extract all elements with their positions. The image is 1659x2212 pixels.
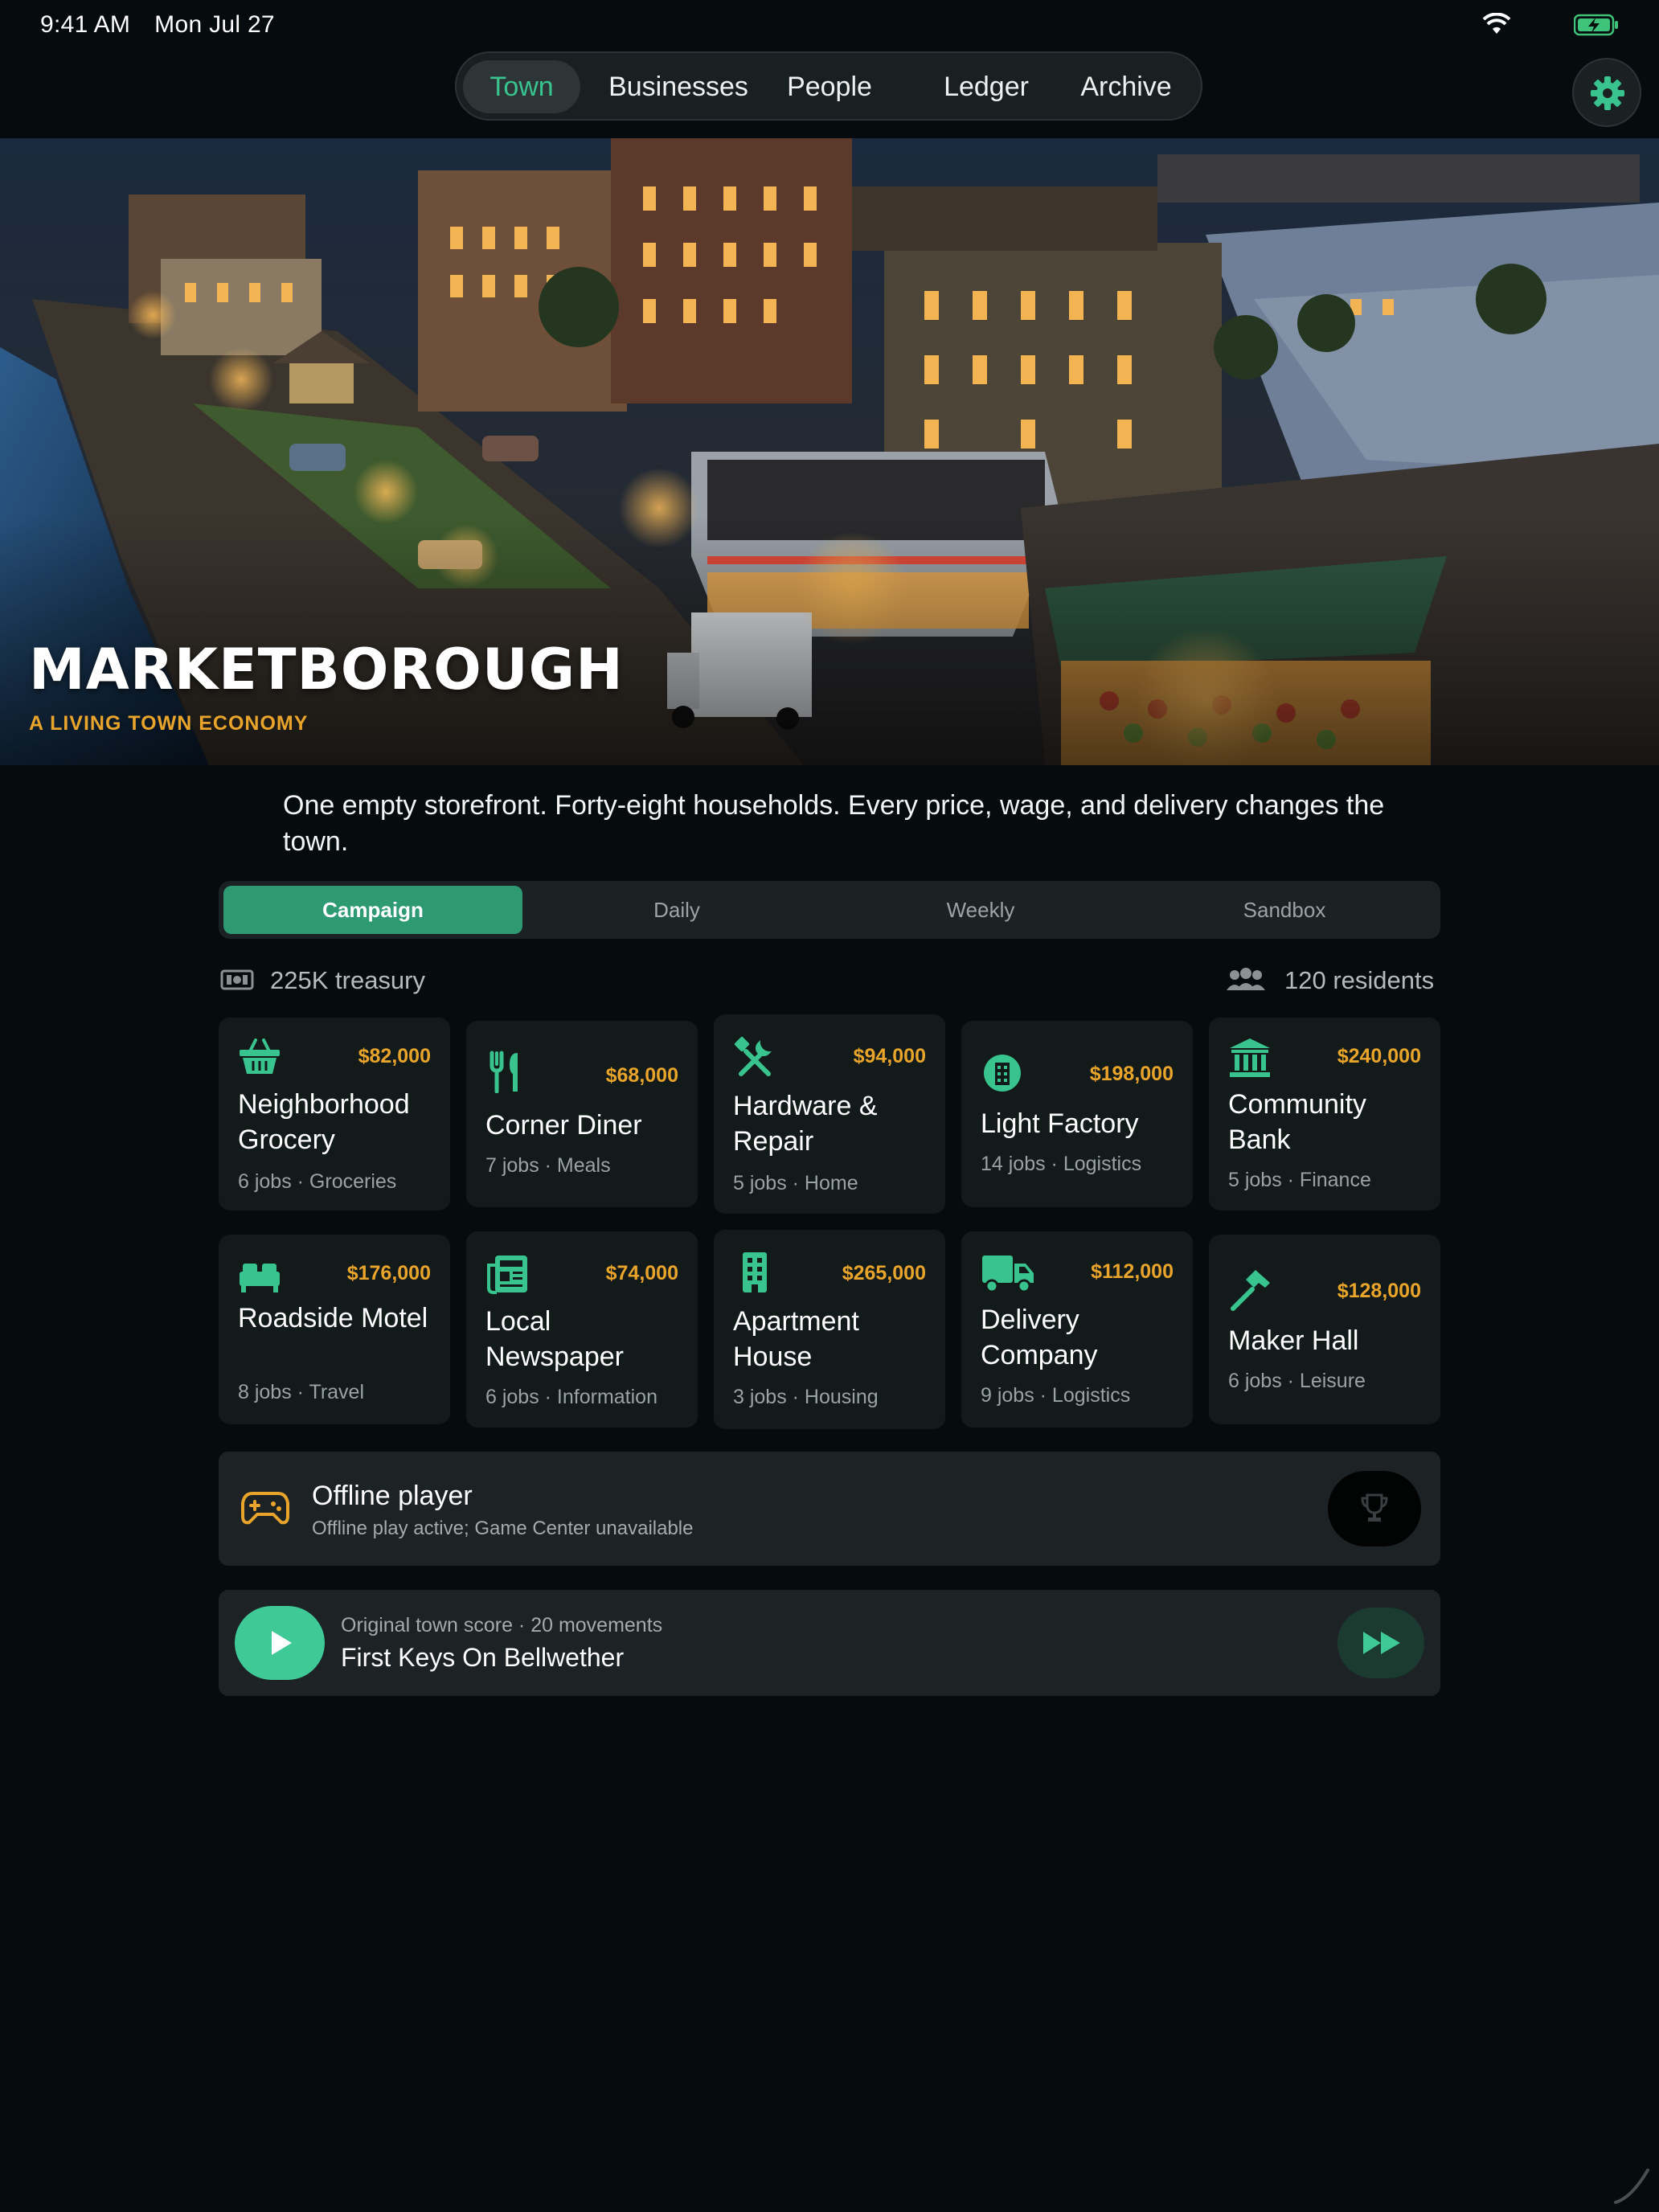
- business-card-delivery[interactable]: $112,000 Delivery Company 9 jobs · Logis…: [961, 1231, 1193, 1428]
- business-name: Local Newspaper: [485, 1306, 624, 1372]
- fork-knife-icon: [490, 1051, 518, 1093]
- tab-people[interactable]: People: [773, 60, 886, 113]
- hero-banner: MARKETBOROUGH A LIVING TOWN ECONOMY: [0, 138, 1659, 765]
- mode-daily[interactable]: Daily: [527, 886, 826, 934]
- hammer-icon: [1231, 1270, 1270, 1311]
- business-name: Apartment House: [733, 1306, 859, 1372]
- basket-icon: [240, 1038, 280, 1074]
- tools-icon: [734, 1036, 772, 1076]
- business-price: $265,000: [842, 1262, 926, 1284]
- business-name: Delivery Company: [981, 1305, 1098, 1370]
- gamepad-icon: [241, 1492, 289, 1525]
- business-meta: 3 jobs · Housing: [733, 1386, 879, 1408]
- business-card-factory[interactable]: $198,000 Light Factory 14 jobs · Logisti…: [961, 1021, 1193, 1207]
- clock-date: Mon Jul 27: [154, 11, 275, 38]
- settings-button[interactable]: [1572, 58, 1641, 127]
- play-button[interactable]: [235, 1606, 325, 1680]
- track-title: First Keys On Bellwether: [341, 1643, 625, 1672]
- business-name: Community Bank: [1228, 1089, 1366, 1155]
- business-name: Light Factory: [981, 1108, 1139, 1139]
- business-meta: 7 jobs · Meals: [485, 1154, 611, 1177]
- treasury-label: 225K treasury: [270, 966, 425, 994]
- business-price: $198,000: [1089, 1063, 1174, 1085]
- newspaper-icon: [487, 1256, 527, 1294]
- business-card-apartment[interactable]: $265,000 Apartment House 3 jobs · Housin…: [714, 1230, 945, 1429]
- bed-icon: [240, 1264, 280, 1292]
- tab-ledger[interactable]: Ledger: [932, 60, 1040, 113]
- mode-weekly[interactable]: Weekly: [831, 886, 1130, 934]
- top-navigation: Town Businesses People Ledger Archive: [455, 51, 1202, 121]
- wifi-icon: [1482, 13, 1511, 34]
- business-card-hardware[interactable]: $94,000 Hardware & Repair 5 jobs · Home: [714, 1014, 945, 1214]
- business-meta: 14 jobs · Logistics: [981, 1153, 1142, 1175]
- tab-town[interactable]: Town: [463, 60, 580, 113]
- business-card-maker-hall[interactable]: $128,000 Maker Hall 6 jobs · Leisure: [1209, 1235, 1440, 1424]
- player-status: Offline play active; Game Center unavail…: [312, 1518, 694, 1539]
- trophy-icon: [1361, 1493, 1388, 1522]
- business-name: Corner Diner: [485, 1110, 642, 1141]
- music-player: Original town score · 20 movements First…: [219, 1590, 1440, 1696]
- factory-icon: [984, 1055, 1021, 1092]
- business-meta: 5 jobs · Finance: [1228, 1169, 1371, 1191]
- business-name: Neighborhood Grocery: [238, 1089, 410, 1155]
- business-name: Maker Hall: [1228, 1325, 1359, 1356]
- people-icon: [1227, 968, 1265, 990]
- business-name: Hardware & Repair: [733, 1091, 878, 1157]
- business-name: Roadside Motel: [238, 1303, 428, 1333]
- skip-button[interactable]: [1337, 1608, 1424, 1678]
- business-card-motel[interactable]: $176,000 Roadside Motel 8 jobs · Travel: [219, 1235, 450, 1424]
- tab-businesses[interactable]: Businesses: [595, 60, 762, 113]
- business-meta: 6 jobs · Information: [485, 1386, 657, 1408]
- player-status-panel: Offline player Offline play active; Game…: [219, 1452, 1440, 1566]
- business-meta: 5 jobs · Home: [733, 1172, 858, 1194]
- play-icon: [272, 1631, 292, 1655]
- business-meta: 6 jobs · Leisure: [1228, 1370, 1366, 1392]
- home-indicator-corner: [1614, 2169, 1649, 2204]
- business-price: $68,000: [605, 1064, 678, 1087]
- business-price: $112,000: [1091, 1260, 1174, 1283]
- business-price: $74,000: [605, 1262, 678, 1284]
- battery-charging-icon: [1574, 14, 1618, 36]
- business-card-newspaper[interactable]: $74,000 Local Newspaper 6 jobs · Informa…: [466, 1231, 698, 1428]
- town-title: MARKETBOROUGH: [29, 637, 624, 703]
- business-price: $240,000: [1337, 1045, 1421, 1067]
- tagline: One empty storefront. Forty-eight househ…: [283, 790, 1385, 857]
- tab-archive[interactable]: Archive: [1061, 60, 1191, 113]
- building-icon: [743, 1252, 767, 1292]
- track-subtitle: Original town score · 20 movements: [341, 1614, 663, 1636]
- treasury-stat: 225K treasury: [220, 963, 425, 998]
- mode-sandbox[interactable]: Sandbox: [1135, 886, 1434, 934]
- business-meta: 8 jobs · Travel: [238, 1381, 365, 1403]
- business-price: $176,000: [346, 1262, 431, 1284]
- cash-icon: [220, 969, 254, 990]
- business-card-diner[interactable]: $68,000 Corner Diner 7 jobs · Meals: [466, 1021, 698, 1207]
- leaderboard-button[interactable]: [1328, 1471, 1421, 1546]
- gear-icon: [1591, 76, 1624, 110]
- truck-icon: [982, 1256, 1034, 1293]
- business-price: $82,000: [358, 1045, 431, 1067]
- status-bar: 9:41 AM Mon Jul 27: [0, 0, 1659, 51]
- clock-time: 9:41 AM: [40, 11, 131, 38]
- business-meta: 6 jobs · Groceries: [238, 1170, 397, 1193]
- business-meta: 9 jobs · Logistics: [981, 1384, 1131, 1407]
- town-subtitle: A LIVING TOWN ECONOMY: [29, 712, 309, 735]
- status-time: 9:41 AM Mon Jul 27: [40, 11, 275, 39]
- residents-stat: 120 residents: [1223, 963, 1434, 998]
- mode-selector: Campaign Daily Weekly Sandbox: [219, 881, 1440, 939]
- player-title: Offline player: [312, 1481, 473, 1511]
- fast-forward-icon: [1363, 1632, 1400, 1654]
- mode-campaign[interactable]: Campaign: [223, 886, 522, 934]
- bank-icon: [1230, 1038, 1270, 1077]
- business-card-bank[interactable]: $240,000 Community Bank 5 jobs · Finance: [1209, 1018, 1440, 1210]
- residents-label: 120 residents: [1284, 966, 1435, 994]
- business-price: $94,000: [853, 1045, 926, 1067]
- business-price: $128,000: [1337, 1280, 1421, 1302]
- business-card-grocery[interactable]: $82,000 Neighborhood Grocery 6 jobs · Gr…: [219, 1018, 450, 1210]
